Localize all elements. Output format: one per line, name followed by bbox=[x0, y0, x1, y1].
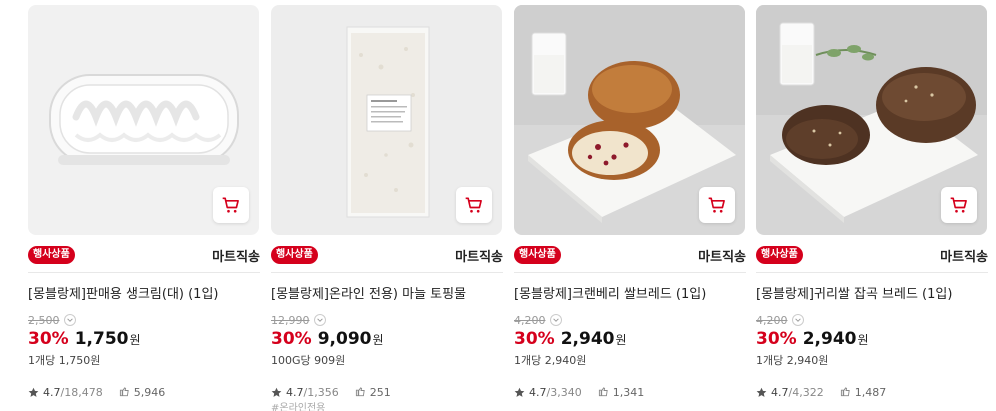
unit-price: 100G당 909원 bbox=[271, 354, 346, 367]
product-image[interactable] bbox=[756, 5, 987, 235]
original-price-row: 4,200 bbox=[756, 313, 804, 327]
original-price-row: 4,200 bbox=[514, 313, 562, 327]
add-to-cart-button[interactable] bbox=[456, 187, 492, 223]
product-card[interactable]: 행사상품 마트직송 [몽블랑제]온라인 전용) 마늘 토핑물 12,990 30… bbox=[271, 0, 503, 411]
sale-price: 2,940 bbox=[560, 329, 615, 349]
product-stats: 4.7/4,322 1,487 bbox=[756, 385, 886, 399]
rating-value: 4.7 bbox=[529, 385, 547, 399]
delivery-type: 마트직송 bbox=[940, 249, 988, 265]
rating-value: 4.7 bbox=[771, 385, 789, 399]
product-tag[interactable]: #온라인전용 bbox=[271, 403, 325, 411]
sale-price-row: 30% 2,940 원 bbox=[756, 329, 869, 351]
sale-price-row: 30% 2,940 원 bbox=[514, 329, 627, 351]
product-meta-row: 행사상품 마트직송 bbox=[271, 244, 503, 266]
product-card[interactable]: 행사상품 마트직송 [몽블랑제]귀리쌀 잡곡 브레드 (1입) 4,200 30… bbox=[756, 0, 988, 411]
product-card[interactable]: 행사상품 마트직송 [몽블랑제]크랜베리 쌀브레드 (1입) 4,200 30%… bbox=[514, 0, 746, 411]
product-stats: 4.7/1,356 251 bbox=[271, 385, 391, 399]
add-to-cart-button[interactable] bbox=[213, 187, 249, 223]
purchase-count: 5,946 bbox=[133, 385, 166, 399]
product-image[interactable] bbox=[28, 5, 259, 235]
star-icon bbox=[514, 387, 525, 397]
unit-price: 1개당 1,750원 bbox=[28, 354, 101, 367]
product-grid: 행사상품 마트직송 [몽블랑제]판매용 생크림(대) (1입) 2,500 30… bbox=[0, 0, 996, 411]
star-icon bbox=[756, 387, 767, 397]
cart-icon bbox=[950, 197, 967, 213]
cart-icon bbox=[465, 197, 482, 213]
divider bbox=[28, 272, 260, 273]
product-stats: 4.7/3,340 1,341 bbox=[514, 385, 644, 399]
sale-price-row: 30% 9,090 원 bbox=[271, 329, 384, 351]
original-price-row: 2,500 bbox=[28, 313, 76, 327]
purchase-count: 251 bbox=[369, 385, 391, 399]
sale-price: 1,750 bbox=[74, 329, 129, 349]
review-count: /3,340 bbox=[546, 385, 582, 399]
delivery-type: 마트직송 bbox=[698, 249, 746, 265]
purchase-count: 1,341 bbox=[612, 385, 645, 399]
chevron-down-icon bbox=[552, 318, 559, 322]
currency-unit: 원 bbox=[615, 333, 627, 347]
currency-unit: 원 bbox=[372, 333, 384, 347]
price-detail-toggle[interactable] bbox=[313, 314, 326, 326]
currency-unit: 원 bbox=[129, 333, 141, 347]
original-price: 2,500 bbox=[28, 313, 60, 327]
price-detail-toggle[interactable] bbox=[549, 314, 562, 326]
product-meta-row: 행사상품 마트직송 bbox=[28, 244, 260, 266]
original-price: 4,200 bbox=[514, 313, 546, 327]
event-badge: 행사상품 bbox=[28, 246, 75, 264]
original-price: 4,200 bbox=[756, 313, 788, 327]
purchase-count: 1,487 bbox=[854, 385, 887, 399]
product-stats: 4.7/18,478 5,946 bbox=[28, 385, 165, 399]
discount-rate: 30% bbox=[514, 329, 555, 349]
rating-value: 4.7 bbox=[43, 385, 61, 399]
purchase-count-icon bbox=[355, 386, 365, 396]
product-meta-row: 행사상품 마트직송 bbox=[756, 244, 988, 266]
price-detail-toggle[interactable] bbox=[63, 314, 76, 326]
delivery-type: 마트직송 bbox=[212, 249, 260, 265]
discount-rate: 30% bbox=[756, 329, 797, 349]
review-count: /1,356 bbox=[303, 385, 339, 399]
sale-price: 2,940 bbox=[802, 329, 857, 349]
product-title[interactable]: [몽블랑제]판매용 생크림(대) (1입) bbox=[28, 286, 260, 304]
chevron-down-icon bbox=[316, 318, 323, 322]
product-title[interactable]: [몽블랑제]크랜베리 쌀브레드 (1입) bbox=[514, 286, 746, 304]
event-badge: 행사상품 bbox=[756, 246, 803, 264]
chevron-down-icon bbox=[66, 318, 73, 322]
star-icon bbox=[271, 387, 282, 397]
delivery-type: 마트직송 bbox=[455, 249, 503, 265]
star-icon bbox=[28, 387, 39, 397]
cart-icon bbox=[222, 197, 239, 213]
product-title[interactable]: [몽블랑제]온라인 전용) 마늘 토핑물 bbox=[271, 286, 503, 304]
original-price-row: 12,990 bbox=[271, 313, 326, 327]
divider bbox=[271, 272, 503, 273]
divider bbox=[514, 272, 746, 273]
discount-rate: 30% bbox=[271, 329, 312, 349]
rating-value: 4.7 bbox=[286, 385, 304, 399]
review-count: /4,322 bbox=[788, 385, 824, 399]
cart-icon bbox=[708, 197, 725, 213]
unit-price: 1개당 2,940원 bbox=[514, 354, 587, 367]
add-to-cart-button[interactable] bbox=[941, 187, 977, 223]
event-badge: 행사상품 bbox=[514, 246, 561, 264]
price-detail-toggle[interactable] bbox=[791, 314, 804, 326]
divider bbox=[756, 272, 988, 273]
purchase-count-icon bbox=[598, 386, 608, 396]
product-image[interactable] bbox=[514, 5, 745, 235]
add-to-cart-button[interactable] bbox=[699, 187, 735, 223]
sale-price: 9,090 bbox=[317, 329, 372, 349]
chevron-down-icon bbox=[794, 318, 801, 322]
original-price: 12,990 bbox=[271, 313, 310, 327]
sale-price-row: 30% 1,750 원 bbox=[28, 329, 141, 351]
product-title[interactable]: [몽블랑제]귀리쌀 잡곡 브레드 (1입) bbox=[756, 286, 988, 304]
review-count: /18,478 bbox=[60, 385, 103, 399]
event-badge: 행사상품 bbox=[271, 246, 318, 264]
purchase-count-icon bbox=[119, 386, 129, 396]
product-meta-row: 행사상품 마트직송 bbox=[514, 244, 746, 266]
currency-unit: 원 bbox=[857, 333, 869, 347]
product-card[interactable]: 행사상품 마트직송 [몽블랑제]판매용 생크림(대) (1입) 2,500 30… bbox=[28, 0, 260, 411]
unit-price: 1개당 2,940원 bbox=[756, 354, 829, 367]
product-image[interactable] bbox=[271, 5, 502, 235]
purchase-count-icon bbox=[840, 386, 850, 396]
discount-rate: 30% bbox=[28, 329, 69, 349]
